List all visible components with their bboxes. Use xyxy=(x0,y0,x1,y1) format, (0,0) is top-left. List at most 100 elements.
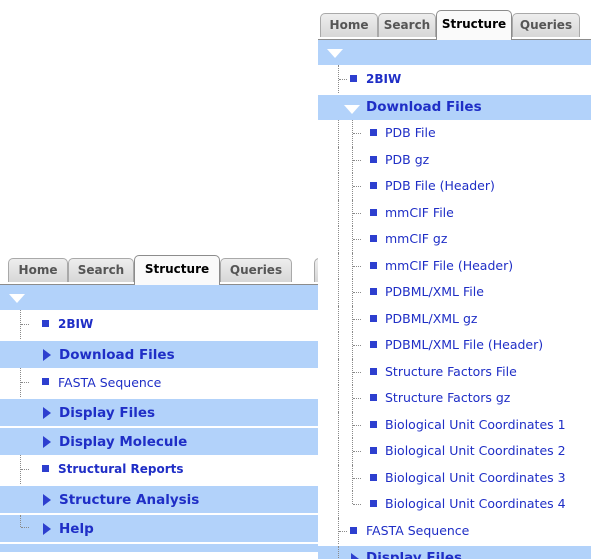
tree-connector xyxy=(352,491,353,504)
square-bullet-icon xyxy=(350,75,357,82)
download-file-item[interactable]: Biological Unit Coordinates 4 xyxy=(318,491,591,518)
download-file-item[interactable]: PDBML/XML File xyxy=(318,279,591,306)
download-file-label[interactable]: Biological Unit Coordinates 2 xyxy=(385,438,566,465)
download-file-label[interactable]: Biological Unit Coordinates 3 xyxy=(385,465,566,492)
tree-item-structural-reports[interactable]: Structural Reports xyxy=(0,455,318,484)
square-bullet-icon xyxy=(370,208,377,216)
download-file-label[interactable]: Structure Factors File xyxy=(385,359,517,386)
tab-search[interactable]: Search xyxy=(68,258,134,282)
tree-item-label[interactable]: 2BIW xyxy=(58,310,93,339)
download-file-item[interactable]: PDB gz xyxy=(318,146,591,174)
download-file-item[interactable]: mmCIF gz xyxy=(318,226,591,253)
tree-connector xyxy=(338,491,339,518)
tree-connector xyxy=(21,469,29,470)
tree-connector xyxy=(20,515,21,527)
tree-item-label[interactable]: Structural Reports xyxy=(58,455,184,484)
download-file-item[interactable]: Structure Factors gz xyxy=(318,385,591,412)
section-download-files[interactable]: Download Files xyxy=(318,93,591,120)
tree-item-label[interactable]: 2BIW xyxy=(366,65,401,93)
section-display-files[interactable]: Display Files xyxy=(318,543,591,559)
download-file-label[interactable]: PDBML/XML File xyxy=(385,279,484,306)
section-download-files[interactable]: Download Files xyxy=(0,339,318,368)
tab-structure[interactable]: Structure xyxy=(436,10,512,40)
square-bullet-icon xyxy=(42,320,49,327)
tree-connector xyxy=(338,173,339,200)
download-file-item[interactable]: mmCIF File (Header) xyxy=(318,252,591,280)
tree-connector xyxy=(353,133,361,134)
tree-connector xyxy=(353,292,361,293)
right-navigation-panel: Home Search Structure Queries 2BIW Downl… xyxy=(318,10,591,559)
tree-connector xyxy=(21,324,29,325)
tree-header[interactable] xyxy=(318,40,591,65)
download-file-label[interactable]: mmCIF gz xyxy=(385,226,447,253)
download-file-label[interactable]: PDB File (Header) xyxy=(385,173,495,200)
tab-structure[interactable]: Structure xyxy=(134,255,220,285)
square-bullet-icon xyxy=(42,378,49,385)
tab-queries[interactable]: Queries xyxy=(220,258,292,282)
square-bullet-icon xyxy=(370,235,377,242)
download-file-label[interactable]: mmCIF File xyxy=(385,200,454,227)
section-label[interactable]: Display Files xyxy=(366,546,462,559)
triangle-right-icon[interactable] xyxy=(43,436,51,448)
download-file-label[interactable]: PDB gz xyxy=(385,147,429,174)
tab-home[interactable]: Home xyxy=(8,258,68,282)
section-display-molecule[interactable]: Display Molecule xyxy=(0,426,318,455)
tab-search[interactable]: Search xyxy=(378,13,436,37)
section-help[interactable]: Help xyxy=(0,513,318,542)
tree-connector xyxy=(353,504,361,505)
tab-queries[interactable]: Queries xyxy=(512,13,580,37)
section-display-files[interactable]: Display Files xyxy=(0,397,318,426)
download-file-item[interactable]: Biological Unit Coordinates 1 xyxy=(318,411,591,439)
tree-connector xyxy=(338,411,339,438)
tree-item-2biw[interactable]: 2BIW xyxy=(318,65,591,93)
section-structure-analysis[interactable]: Structure Analysis xyxy=(0,484,318,513)
tree-item-fasta[interactable]: FASTA Sequence xyxy=(318,517,591,544)
tree-connector xyxy=(353,424,361,426)
square-bullet-icon xyxy=(370,367,377,375)
download-file-item[interactable]: PDB File (Header) xyxy=(318,173,591,200)
triangle-down-icon[interactable] xyxy=(344,105,360,114)
tree-item-fasta[interactable]: FASTA Sequence xyxy=(0,368,318,397)
download-file-item[interactable]: Biological Unit Coordinates 2 xyxy=(318,438,591,465)
square-bullet-icon xyxy=(370,420,377,428)
section-label[interactable]: Help xyxy=(59,515,94,544)
download-file-label[interactable]: Biological Unit Coordinates 4 xyxy=(385,491,566,518)
triangle-down-icon[interactable] xyxy=(9,294,25,303)
tree-header[interactable] xyxy=(0,285,318,310)
section-label[interactable]: Display Files xyxy=(59,399,155,428)
triangle-right-icon[interactable] xyxy=(43,349,51,361)
tree-connector xyxy=(338,199,339,226)
download-file-label[interactable]: Structure Factors gz xyxy=(385,385,510,412)
triangle-right-icon[interactable] xyxy=(351,552,359,559)
download-file-item[interactable]: mmCIF File xyxy=(318,199,591,227)
triangle-right-icon[interactable] xyxy=(43,494,51,506)
download-file-item[interactable]: Biological Unit Coordinates 3 xyxy=(318,464,591,492)
download-file-item[interactable]: Structure Factors File xyxy=(318,358,591,386)
tree-item-label[interactable]: FASTA Sequence xyxy=(366,518,469,544)
download-file-label[interactable]: PDBML/XML gz xyxy=(385,306,477,333)
tree-connector xyxy=(338,146,339,173)
download-file-item[interactable]: PDBML/XML File (Header) xyxy=(318,332,591,359)
download-file-label[interactable]: Biological Unit Coordinates 1 xyxy=(385,412,566,439)
download-file-item[interactable]: PDBML/XML gz xyxy=(318,305,591,333)
triangle-right-icon[interactable] xyxy=(43,523,51,535)
download-file-item[interactable]: PDB File xyxy=(318,120,591,147)
download-file-label[interactable]: PDB File xyxy=(385,120,436,147)
section-label[interactable]: Structure Analysis xyxy=(59,486,199,515)
tab-home[interactable]: Home xyxy=(320,13,378,37)
section-label[interactable]: Download Files xyxy=(59,341,175,370)
tree-connector xyxy=(353,451,361,452)
tree-item-2biw[interactable]: 2BIW xyxy=(0,310,318,339)
section-label[interactable]: Display Molecule xyxy=(59,428,187,457)
download-file-label[interactable]: mmCIF File (Header) xyxy=(385,253,513,280)
triangle-right-icon[interactable] xyxy=(43,407,51,419)
square-bullet-icon xyxy=(370,394,377,401)
section-label[interactable]: Download Files xyxy=(366,95,482,120)
triangle-down-icon[interactable] xyxy=(327,49,343,58)
tree-connector xyxy=(338,385,339,412)
tree-connector xyxy=(338,545,339,558)
tree-item-label[interactable]: FASTA Sequence xyxy=(58,368,161,397)
tab-bar: Home Search Structure Queries xyxy=(318,10,591,40)
tree-connector xyxy=(353,239,361,240)
download-file-label[interactable]: PDBML/XML File (Header) xyxy=(385,332,543,359)
